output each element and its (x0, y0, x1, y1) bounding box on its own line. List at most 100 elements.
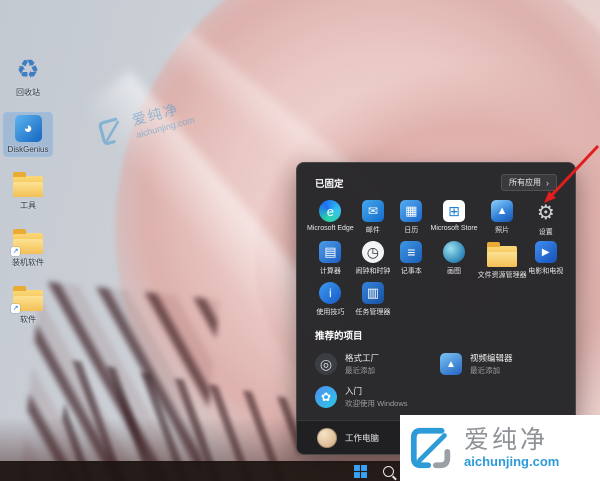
settings-gear-icon: ⚙ (534, 200, 558, 224)
video-editor-icon: ▲ (440, 353, 462, 375)
watermark-site: aichunjing.com (464, 455, 559, 468)
pinned-app-label: Microsoft Store (431, 225, 478, 232)
calendar-icon: ▦ (400, 200, 422, 222)
pinned-app-label: 设置 (539, 227, 553, 237)
desktop-icon-list: ♻回收站◕DiskGenius工具↗装机软件↗软件 (4, 52, 52, 327)
watermark-outline-logo-icon (94, 113, 131, 150)
recommended-item-format-factory[interactable]: ◎ 格式工厂最近添加 (311, 350, 436, 378)
recommended-item-subtitle: 最近添加 (345, 365, 379, 376)
desktop-icon-label: DiskGenius (8, 145, 49, 154)
photos-icon: ▲ (491, 200, 513, 222)
desktop-icon-recycle-bin[interactable]: ♻ 回收站 (4, 52, 52, 100)
all-apps-button[interactable]: 所有应用 › (501, 174, 557, 191)
recommended-item-subtitle: 最近添加 (470, 365, 513, 376)
recommended-item-subtitle: 欢迎使用 Windows (345, 398, 408, 409)
folder-shortcut-icon: ↗ (13, 290, 43, 311)
notepad-icon: ≡ (400, 241, 422, 263)
calculator-icon: ▤ (319, 241, 341, 263)
task-manager-icon: ▥ (362, 282, 384, 304)
file-explorer-icon (487, 246, 517, 267)
recommended-item-get-started[interactable]: ✿ 入门欢迎使用 Windows (311, 383, 436, 411)
get-started-icon: ✿ (315, 386, 337, 408)
watermark-bracket-logo-icon (409, 425, 455, 471)
pinned-section-header: 已固定 所有应用 › (297, 163, 575, 196)
shortcut-arrow-icon: ↗ (11, 247, 20, 256)
pinned-app-explorer[interactable]: 文件资源管理器 (478, 239, 527, 280)
search-icon (383, 466, 394, 477)
start-button-icon (354, 465, 367, 478)
pinned-app-taskmgr[interactable]: ▥ 任务管理器 (354, 280, 392, 321)
recommended-item-title: 格式工厂 (345, 352, 379, 364)
disk-tool-icon: ◕ (15, 115, 42, 142)
edge-icon: e (319, 200, 341, 222)
paint-icon (443, 241, 465, 263)
faint-watermark-brand: 爱纯净 (130, 95, 193, 130)
recycle-bin-icon: ♻ (13, 54, 43, 84)
pinned-app-settings[interactable]: ⚙ 设置 (527, 198, 565, 239)
pinned-app-label: Microsoft Edge (307, 225, 354, 232)
desktop-icon-label: 回收站 (16, 87, 40, 98)
pinned-app-clock[interactable]: ◷ 闹钟和时钟 (354, 239, 392, 280)
desktop-icon-disk-tool[interactable]: ◕ DiskGenius (4, 113, 52, 156)
recommended-item-text: 视频编辑器最近添加 (470, 352, 513, 376)
start-menu: 已固定 所有应用 › e Microsoft Edge ✉ 邮件 ▦ 日历 ⊞ Microso… (296, 162, 576, 455)
pinned-app-label: 闹钟和时钟 (355, 266, 390, 276)
pinned-app-label: 画图 (447, 266, 461, 276)
pinned-app-notepad[interactable]: ≡ 记事本 (392, 239, 430, 280)
watermark-logo: 爱纯净 aichunjing.com (400, 415, 600, 481)
clock-icon: ◷ (362, 241, 384, 263)
pinned-app-mail[interactable]: ✉ 邮件 (354, 198, 392, 239)
recommended-item-title: 视频编辑器 (470, 352, 513, 364)
pinned-app-label: 文件资源管理器 (478, 270, 527, 280)
pinned-app-label: 日历 (404, 225, 418, 235)
desktop-icon-label: 工具 (20, 200, 36, 211)
movies-tv-icon: ▶ (535, 241, 557, 263)
folder-shortcut-icon: ↗ (13, 233, 43, 254)
folder-icon (13, 176, 43, 197)
user-profile-button[interactable]: 工作电脑 (317, 428, 379, 448)
pinned-apps-grid: e Microsoft Edge ✉ 邮件 ▦ 日历 ⊞ Microsoft Store ▲ 照片… (297, 196, 575, 321)
chevron-right-icon: › (546, 178, 549, 188)
pinned-app-label: 照片 (495, 225, 509, 235)
pinned-app-calculator[interactable]: ▤ 计算器 (307, 239, 354, 280)
recommended-section-header: 推荐的项目 (297, 321, 575, 347)
format-factory-icon: ◎ (315, 353, 337, 375)
pinned-app-label: 邮件 (366, 225, 380, 235)
pinned-app-photos[interactable]: ▲ 照片 (478, 198, 527, 239)
user-avatar (317, 428, 337, 448)
start-button[interactable] (352, 463, 368, 479)
taskbar-icons (352, 461, 396, 481)
user-name: 工作电脑 (345, 432, 379, 444)
pinned-section-title: 已固定 (315, 176, 344, 190)
search-button[interactable] (380, 463, 396, 479)
desktop-watermark: 爱纯净 aichunjing.com (94, 95, 196, 149)
pinned-app-label: 记事本 (401, 266, 422, 276)
recommended-item-video-editor[interactable]: ▲ 视频编辑器最近添加 (436, 350, 561, 378)
tips-icon: i (319, 282, 341, 304)
pinned-app-store[interactable]: ⊞ Microsoft Store (431, 198, 478, 239)
desktop-icon-label: 装机软件 (12, 257, 44, 268)
all-apps-label: 所有应用 (509, 177, 541, 188)
pinned-app-label: 任务管理器 (355, 307, 390, 317)
recommended-item-text: 格式工厂最近添加 (345, 352, 379, 376)
mail-icon: ✉ (362, 200, 384, 222)
pinned-app-edge[interactable]: e Microsoft Edge (307, 198, 354, 239)
pinned-app-label: 使用技巧 (316, 307, 344, 317)
recommended-item-title: 入门 (345, 385, 408, 397)
pinned-app-tips[interactable]: i 使用技巧 (307, 280, 354, 321)
shortcut-arrow-icon: ↗ (11, 304, 20, 313)
desktop-icon-folder-setup[interactable]: ↗装机软件 (4, 226, 52, 270)
pinned-app-calendar[interactable]: ▦ 日历 (392, 198, 430, 239)
desktop-icon-label: 软件 (20, 314, 36, 325)
pinned-app-label: 计算器 (320, 266, 341, 276)
recommended-section-title: 推荐的项目 (315, 328, 363, 342)
watermark-brand: 爱纯净 (464, 428, 559, 453)
pinned-app-paint[interactable]: 画图 (431, 239, 478, 280)
desktop: 爱纯净 aichunjing.com ♻回收站◕DiskGenius工具↗装机软… (0, 0, 600, 481)
pinned-app-movies[interactable]: ▶电影和电视 (527, 239, 565, 280)
recommended-item-text: 入门欢迎使用 Windows (345, 385, 408, 409)
faint-watermark-site: aichunjing.com (135, 115, 196, 140)
desktop-icon-folder-apps[interactable]: ↗软件 (4, 283, 52, 327)
desktop-icon-folder-tools[interactable]: 工具 (4, 169, 52, 213)
microsoft-store-icon: ⊞ (443, 200, 465, 222)
